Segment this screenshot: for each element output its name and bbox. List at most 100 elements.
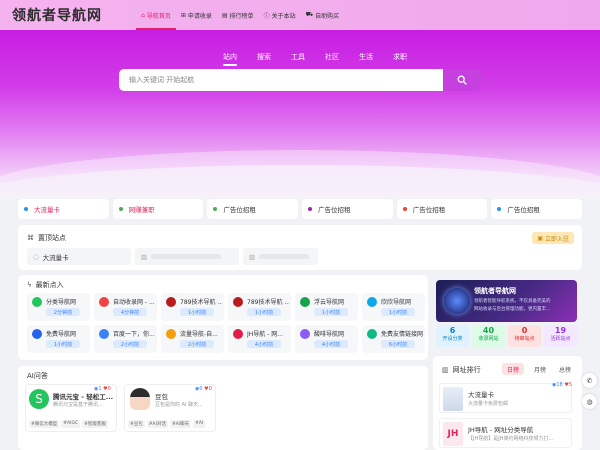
hero-banner: 站内 搜索 工具 社区 生活 求职 bbox=[0, 30, 600, 198]
view-count: ◉18 ♥5 bbox=[552, 382, 573, 388]
quick-link[interactable]: 广告位招租 bbox=[302, 199, 393, 219]
search-bar bbox=[119, 69, 481, 91]
document-icon bbox=[443, 387, 463, 411]
nav-home[interactable]: ⌂ 导航首页 bbox=[136, 0, 176, 30]
section-title: ϟ 最新点入 bbox=[27, 281, 64, 289]
site-icon bbox=[32, 297, 42, 307]
join-button[interactable]: ▣ 立即入驻 bbox=[532, 232, 574, 244]
site-card[interactable]: 789技术导航 ... 1小时前 bbox=[228, 293, 291, 321]
nav-ranking[interactable]: ▤ 排行榜单 bbox=[217, 0, 259, 30]
quick-link[interactable]: 广告位招租 bbox=[396, 199, 488, 219]
rank-item[interactable]: 大流量卡 大流量卡免费包邮 ◉18 ♥5 bbox=[439, 382, 573, 413]
yuanbao-icon: S bbox=[29, 389, 49, 409]
site-logo[interactable]: 领航者导航网 bbox=[12, 5, 102, 25]
promo-banner[interactable]: 领航者导航网 领航者智能导航系统，不仅具备完美的 网站收录与后台管理功能，更内置… bbox=[436, 280, 577, 322]
tab-life[interactable]: 生活 bbox=[359, 52, 373, 65]
chart-icon: ▥ bbox=[442, 366, 449, 374]
wechat-icon: ◍ bbox=[586, 397, 593, 406]
dot-icon bbox=[24, 207, 28, 211]
site-card[interactable]: 789技术导航 ... 1小时前 bbox=[161, 293, 224, 321]
stat-pending: 0 待审站点 bbox=[508, 325, 541, 347]
site-icon bbox=[300, 329, 310, 339]
main-nav: ⌂ 导航首页 ⊞ 申请收录 ▤ 排行榜单 ⓘ 关于本站 ⛟ 自助购买 bbox=[136, 0, 344, 30]
tag-row: #微信大模型 #AIGC #智能客服 bbox=[29, 420, 108, 428]
site-icon bbox=[367, 297, 377, 307]
tab-search[interactable]: 搜索 bbox=[257, 52, 271, 65]
section-title: ▥ 网址排行 bbox=[442, 366, 481, 374]
search-input[interactable] bbox=[119, 69, 443, 91]
quick-link[interactable]: 广告位招租 bbox=[207, 199, 299, 219]
pin-icon: ⌘ bbox=[27, 234, 34, 242]
quick-link[interactable]: 大流量卡 bbox=[18, 199, 109, 219]
site-card[interactable]: 欣欣导航网 1小时前 bbox=[362, 293, 425, 321]
jh-logo-icon: JH bbox=[443, 422, 463, 446]
dot-icon bbox=[213, 207, 218, 211]
site-card[interactable]: 浮云导航网 1小时前 bbox=[295, 293, 358, 321]
ranking-section: ▥ 网址排行 日榜 月榜 总榜 大流量卡 大流量卡免费包邮 ◉18 ♥5 JH J… bbox=[433, 356, 582, 450]
rank-item[interactable]: JH JH导航 - 网址分类导航 【JH导航】是JH简约网络科技倾力打... bbox=[439, 418, 572, 448]
tab-site[interactable]: 站内 bbox=[223, 52, 237, 66]
wechat-button[interactable]: ◍ bbox=[582, 394, 597, 409]
quick-link[interactable]: 广告位招租 bbox=[491, 199, 583, 219]
pinned-section: ⌘ 置顶站点 ▣ 立即入驻 ◌ 大流量卡 ▨ ▨ bbox=[18, 225, 582, 270]
dot-icon bbox=[308, 207, 313, 211]
dot-icon bbox=[118, 207, 123, 211]
dot-icon bbox=[402, 207, 407, 211]
site-icon bbox=[99, 329, 109, 339]
site-card[interactable]: 流量导航-自... 2小时前 bbox=[161, 325, 224, 353]
ai-item[interactable]: S 腾讯元宝 - 轻松工... 腾讯元宝是基于腾讯... ◉1 ♥0 #微信大模… bbox=[25, 384, 117, 432]
site-card[interactable]: 百度一下，你... 2小时前 bbox=[94, 325, 157, 353]
site-icon bbox=[367, 329, 377, 339]
nav-apply[interactable]: ⊞ 申请收录 bbox=[176, 0, 217, 30]
tab-community[interactable]: 社区 bbox=[325, 52, 339, 65]
stat-sites: 40 收录网站 bbox=[472, 325, 505, 347]
tab-jobs[interactable]: 求职 bbox=[393, 52, 407, 65]
site-card[interactable]: 免费友情链接网 6小时前 bbox=[362, 325, 425, 353]
ai-section: AI问答 S 腾讯元宝 - 轻松工... 腾讯元宝是基于腾讯... ◉1 ♥0 … bbox=[18, 366, 428, 450]
doubao-avatar bbox=[130, 388, 150, 410]
logo-badge bbox=[444, 288, 470, 314]
site-icon bbox=[99, 297, 109, 307]
site-card[interactable]: JH导航 - 网... 4小时前 bbox=[228, 325, 291, 353]
pinned-site[interactable]: ◌ 大流量卡 bbox=[27, 248, 131, 265]
pinned-site-placeholder[interactable]: ▨ bbox=[135, 248, 239, 265]
nav-buy[interactable]: ⛟ 自助购买 bbox=[301, 0, 345, 30]
nav-about[interactable]: ⓘ 关于本站 bbox=[259, 0, 301, 30]
link-icon: ◌ bbox=[33, 252, 39, 261]
plus-square-icon: ⊞ bbox=[180, 11, 186, 19]
tag-row: #豆包 #AI对话 #AI聊天 #AI bbox=[128, 420, 206, 428]
site-icon bbox=[166, 297, 176, 307]
info-icon: ⓘ bbox=[263, 12, 270, 20]
image-icon: ▨ bbox=[249, 252, 256, 261]
bolt-icon: ϟ bbox=[27, 281, 32, 289]
dot-icon bbox=[497, 207, 502, 211]
search-button[interactable] bbox=[443, 69, 481, 91]
pinned-site-placeholder[interactable]: ▨ bbox=[243, 248, 318, 265]
latest-section: ϟ 最新点入 分类导航网 2分钟前 自动收录网 - ... 4分钟前 789技术导航 … bbox=[18, 275, 428, 360]
site-icon bbox=[233, 297, 243, 307]
site-card[interactable]: 酸啡导航网 4小时前 bbox=[295, 325, 358, 353]
site-icon bbox=[300, 297, 310, 307]
site-icon bbox=[166, 329, 176, 339]
site-stats: 6 开设分类 40 收录网站 0 待审站点 19 活跃站点 bbox=[436, 325, 577, 347]
stat-categories: 6 开设分类 bbox=[436, 325, 469, 347]
view-count: ◉1 ♥0 bbox=[94, 386, 111, 392]
tab-total[interactable]: 总榜 bbox=[554, 363, 576, 375]
chart-icon: ▤ bbox=[221, 11, 228, 19]
search-tabs: 站内 搜索 工具 社区 生活 求职 bbox=[213, 52, 417, 66]
quick-link[interactable]: 网赚兼职 bbox=[112, 199, 204, 219]
cart-icon: ⛟ bbox=[305, 11, 314, 18]
latest-grid: 分类导航网 2分钟前 自动收录网 - ... 4分钟前 789技术导航 ... 1小时… bbox=[27, 293, 425, 353]
image-icon: ▨ bbox=[141, 252, 148, 261]
tab-monthly[interactable]: 月榜 bbox=[529, 363, 551, 375]
tab-daily[interactable]: 日榜 bbox=[502, 363, 525, 375]
search-icon bbox=[457, 75, 467, 85]
contact-button[interactable]: ✆ bbox=[582, 373, 597, 388]
site-card[interactable]: 分类导航网 2分钟前 bbox=[27, 293, 90, 321]
site-card[interactable]: 免费导航网 1小时前 bbox=[27, 325, 90, 353]
home-icon: ⌂ bbox=[141, 11, 145, 19]
ai-item[interactable]: 豆包 豆包是你的 AI 聊天... ◉0 ♥0 #豆包 #AI对话 #AI聊天 … bbox=[124, 384, 216, 432]
tab-tools[interactable]: 工具 bbox=[291, 52, 305, 65]
section-title: ⌘ 置顶站点 bbox=[27, 234, 66, 242]
site-card[interactable]: 自动收录网 - ... 4分钟前 bbox=[94, 293, 157, 321]
